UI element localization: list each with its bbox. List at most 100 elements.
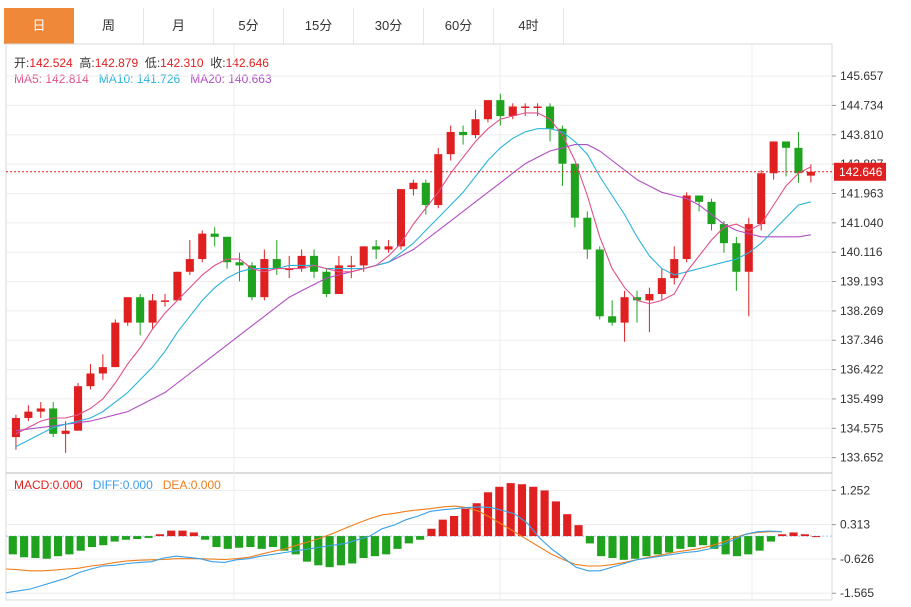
macd-histogram-bar <box>540 490 549 537</box>
macd-histogram-bar <box>212 536 221 548</box>
candle-body <box>384 246 393 250</box>
macd-histogram-bar <box>336 536 345 566</box>
candle-body <box>322 271 331 295</box>
candle-body <box>533 106 542 108</box>
macd-histogram-bar <box>31 536 40 558</box>
candle-body <box>272 259 281 269</box>
macd-histogram-bar <box>789 532 798 537</box>
macd-histogram-bar <box>461 508 470 537</box>
macd-histogram-bar <box>438 519 447 537</box>
candle-body <box>210 233 219 237</box>
price-tick-label: 138.269 <box>840 304 884 318</box>
macd-histogram-bar <box>382 536 391 555</box>
macd-histogram-bar <box>631 536 640 559</box>
macd-histogram-bar <box>687 536 696 548</box>
price-tick-label: 133.652 <box>840 451 884 465</box>
macd-histogram-bar <box>517 484 527 537</box>
macd-histogram-bar <box>20 536 29 558</box>
candle-body <box>49 408 58 434</box>
macd-histogram-bar <box>676 536 685 549</box>
candle-body <box>483 100 492 120</box>
candle-body <box>645 294 654 301</box>
price-tick-label: 134.575 <box>840 421 884 435</box>
candle-body <box>608 316 617 323</box>
candle-body <box>620 297 629 323</box>
last-price-label: 142.646 <box>839 165 883 179</box>
candle-body <box>595 249 604 317</box>
macd-histogram-bar <box>574 525 583 537</box>
macd-histogram-bar <box>812 536 821 538</box>
ma5-line <box>15 112 812 435</box>
candle-body <box>396 189 406 247</box>
candle-body <box>508 106 517 117</box>
price-tick-label: 136.422 <box>840 363 884 377</box>
macd-tick-label: -1.565 <box>840 586 874 600</box>
macd-histogram-bar <box>427 528 436 537</box>
macd-tick-label: 1.252 <box>840 483 870 497</box>
candle-body <box>794 147 803 174</box>
price-tick-label: 137.346 <box>840 333 884 347</box>
candle-body <box>359 246 368 266</box>
macd-histogram-bar <box>585 536 594 544</box>
macd-histogram-bar <box>246 536 255 548</box>
candle-body <box>185 259 194 272</box>
macd-histogram-bar <box>189 532 198 537</box>
price-tick-label: 135.499 <box>840 392 884 406</box>
candle-body <box>459 131 468 136</box>
price-tick-label: 144.734 <box>840 98 884 112</box>
macd-histogram-bar <box>87 536 97 548</box>
candle-body <box>74 386 83 431</box>
candle-body <box>297 255 306 269</box>
macd-tick-label: 0.313 <box>840 518 870 532</box>
macd-histogram-bar <box>235 536 244 548</box>
macd-histogram-bar <box>563 514 572 537</box>
macd-histogram-bar <box>744 536 753 555</box>
macd-histogram-bar <box>268 536 278 548</box>
macd-histogram-bar <box>393 536 402 549</box>
macd-histogram-bar <box>472 503 481 537</box>
macd-histogram-bar <box>53 536 63 557</box>
candle-body <box>782 141 791 148</box>
candle-body <box>160 300 170 302</box>
candle-body <box>446 131 455 155</box>
macd-histogram-bar <box>110 536 119 542</box>
macd-histogram-bar <box>551 501 560 537</box>
macd-histogram-bar <box>370 536 379 557</box>
macd-histogram-bar <box>201 536 210 540</box>
candle-body <box>471 119 480 136</box>
macd-histogram-bar <box>608 536 617 558</box>
candle-body <box>757 173 766 225</box>
macd-histogram-bar <box>755 536 764 551</box>
chart-widget: 日 周 月 5分 15分 30分 60分 4时 开:142.524 高:142.… <box>0 0 911 607</box>
candle-body <box>434 154 443 206</box>
candle-body <box>769 141 778 174</box>
price-chart-svg[interactable]: 145.657144.734143.810142.887141.963141.0… <box>0 0 911 607</box>
candle-body <box>136 297 145 323</box>
macd-histogram-bar <box>778 534 787 537</box>
candle-body <box>198 233 207 260</box>
macd-tick-label: -0.626 <box>840 552 874 566</box>
candle-body <box>11 417 20 438</box>
candle-body <box>123 297 132 323</box>
macd-histogram-bar <box>359 536 368 558</box>
candle-body <box>496 100 505 117</box>
macd-histogram-bar <box>121 536 131 540</box>
macd-histogram-bar <box>698 536 708 546</box>
candle-body <box>695 195 704 202</box>
macd-histogram-bar <box>325 536 334 568</box>
macd-histogram-bar <box>99 536 108 546</box>
candle-body <box>86 373 95 387</box>
candle-body <box>235 262 244 266</box>
macd-histogram-bar <box>664 536 674 553</box>
candle-body <box>24 411 33 418</box>
macd-histogram-bar <box>597 536 606 557</box>
candle-body <box>247 265 256 298</box>
macd-histogram-bar <box>653 536 662 555</box>
candle-body <box>521 106 530 108</box>
candle-body <box>682 195 691 260</box>
candle-body <box>744 224 753 272</box>
candle-body <box>372 246 381 250</box>
candle-body <box>806 171 815 176</box>
candle-body <box>409 182 418 190</box>
candle-body <box>98 367 107 374</box>
